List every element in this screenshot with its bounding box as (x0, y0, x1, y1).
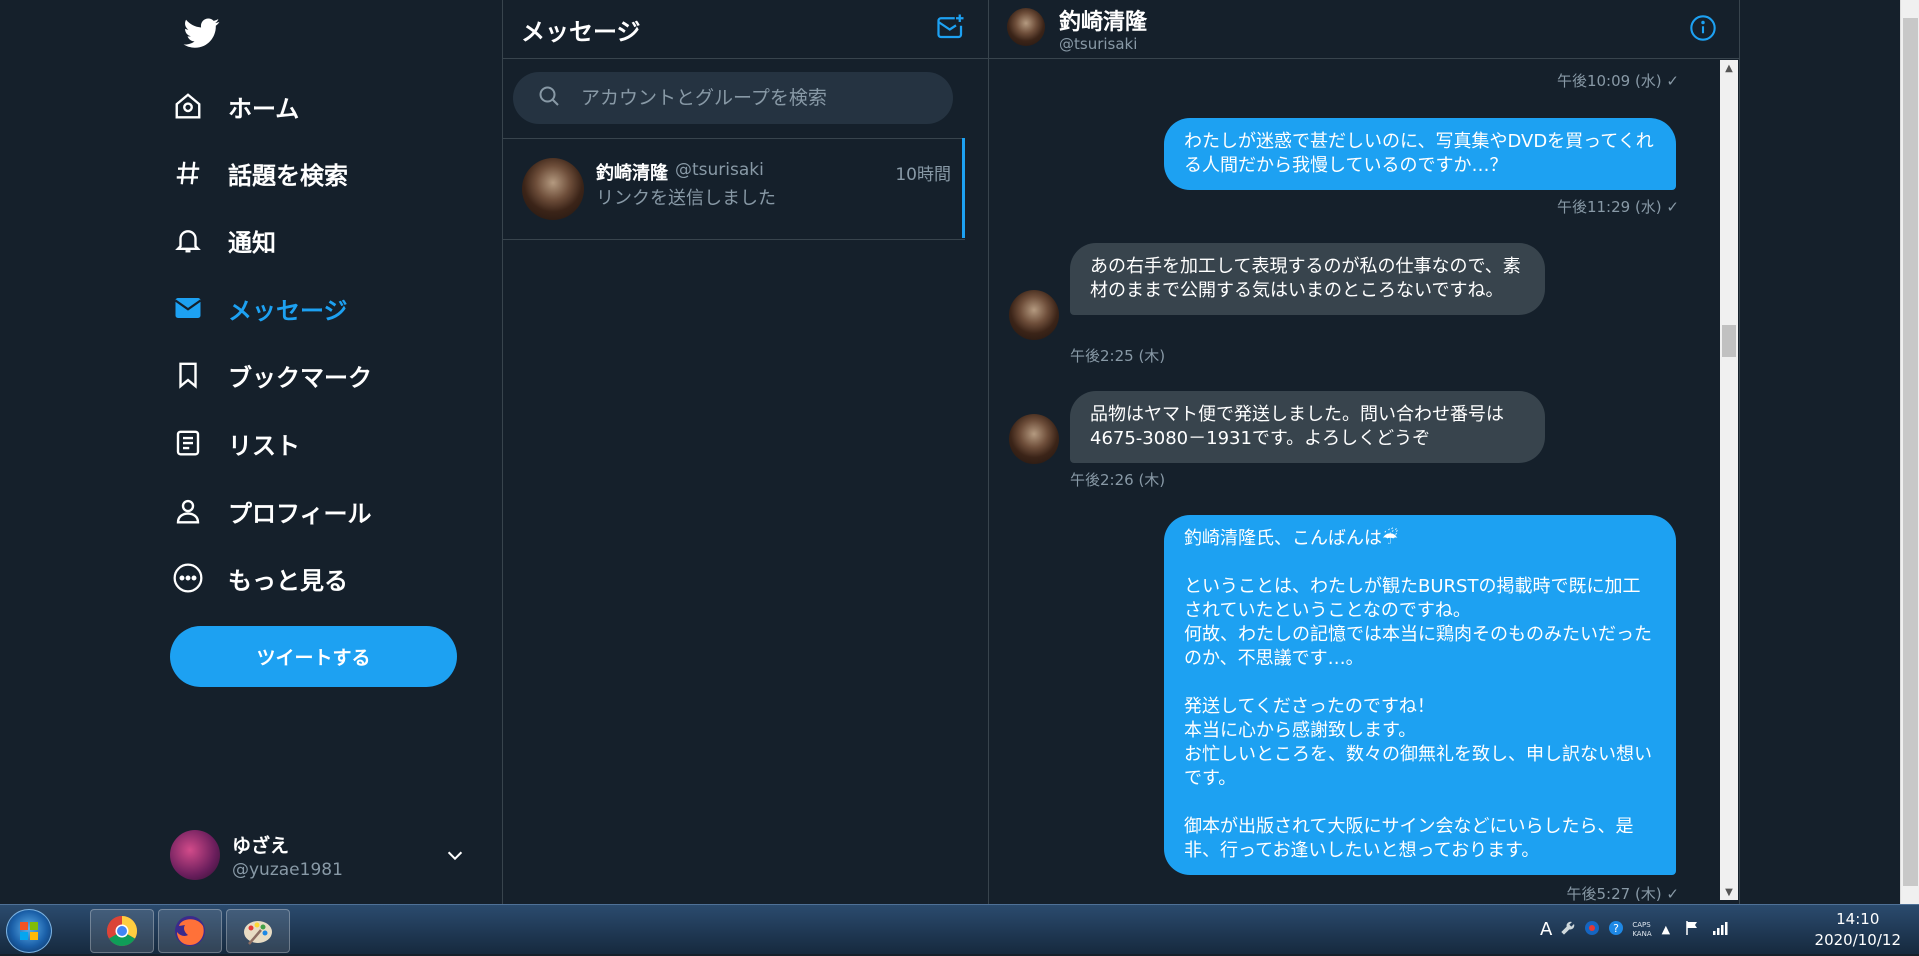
nav-profile-label: プロフィール (228, 499, 372, 528)
home-icon (170, 88, 206, 124)
user-avatar (170, 830, 220, 880)
message-bubble-outgoing[interactable]: 釣崎清隆氏、こんばんは☔ ということは、わたしが観たBURSTの掲載時で既に加工… (1164, 515, 1676, 875)
info-icon[interactable] (1689, 14, 1717, 46)
contact-avatar (522, 158, 584, 220)
kana-indicator: KANA (1632, 929, 1652, 938)
conversation-header-name: 釣崎清隆 (1059, 10, 1148, 35)
envelope-icon (170, 290, 206, 326)
conversation-header: 釣崎清隆 @tsurisaki (989, 0, 1739, 59)
flag-icon[interactable] (1684, 920, 1700, 940)
nav-notifications-label: 通知 (228, 228, 276, 257)
nav-lists-label: リスト (228, 431, 300, 460)
message-timestamp: 午後5:27 (木) ✓ (1566, 885, 1680, 903)
nav-more[interactable]: もっと見る (170, 550, 348, 606)
conversation-handle: @tsurisaki (675, 160, 764, 180)
nav-home[interactable]: ホーム (170, 78, 299, 134)
search-input[interactable] (579, 86, 943, 110)
nav-lists[interactable]: リスト (170, 415, 300, 471)
nav-profile[interactable]: プロフィール (170, 483, 372, 539)
conversation-scrollbar[interactable]: ▲ ▼ (1720, 60, 1738, 900)
page-scrollbar[interactable] (1900, 0, 1919, 904)
clock-time: 14:10 (1836, 910, 1880, 928)
scroll-up-arrow-icon[interactable]: ▲ (1720, 60, 1738, 76)
conversation-header-handle: @tsurisaki (1059, 35, 1138, 53)
conversation-list-item[interactable]: 釣崎清隆 @tsurisaki 10時間 リンクを送信しました (503, 138, 965, 240)
chevron-down-icon (444, 844, 466, 870)
account-handle: @yuzae1981 (232, 859, 343, 880)
network-signal-icon[interactable] (1712, 920, 1730, 940)
chrome-taskbar-button[interactable] (90, 909, 154, 953)
wrench-icon[interactable] (1560, 920, 1576, 940)
conversation-time: 10時間 (895, 165, 951, 185)
twitter-logo-icon[interactable] (182, 15, 222, 51)
new-message-icon[interactable] (936, 12, 968, 44)
list-icon (170, 425, 206, 461)
message-list-header: メッセージ (503, 0, 988, 59)
start-button[interactable] (6, 909, 52, 953)
caps-indicator: CAPS (1632, 920, 1651, 929)
firefox-icon (175, 916, 205, 946)
nav-notifications[interactable]: 通知 (170, 212, 276, 268)
paint-taskbar-button[interactable] (226, 909, 290, 953)
active-conversation-indicator (962, 138, 965, 238)
message-timestamp: 午後2:25 (木) (1070, 347, 1166, 365)
nav-messages-label: メッセージ (228, 296, 348, 325)
message-bubble-incoming[interactable]: 品物はヤマト便で発送しました。問い合わせ番号は4675-3080－1931です。… (1070, 391, 1545, 463)
nav-home-label: ホーム (228, 94, 300, 123)
windows-logo-icon (20, 922, 38, 940)
tweet-button[interactable]: ツイートする (170, 626, 457, 687)
nav-explore-label: 話題を検索 (228, 161, 348, 190)
message-bubble-incoming[interactable]: あの右手を加工して表現するのが私の仕事なので、素材のままで公開する気はいまのとこ… (1070, 243, 1545, 315)
header-avatar[interactable] (1007, 8, 1045, 46)
nav-messages[interactable]: メッセージ (170, 280, 348, 336)
windows-taskbar: A ? CAPS KANA ▲ 14:10 2020/10/12 (0, 904, 1919, 954)
conversation-preview: リンクを送信しました (596, 188, 776, 209)
firefox-taskbar-button[interactable] (158, 909, 222, 953)
ime-indicator[interactable]: A (1540, 919, 1552, 940)
tray-expand-icon[interactable]: ▲ (1662, 923, 1670, 936)
chrome-icon (106, 916, 138, 947)
message-thread: 午後10:09 (水) ✓ わたしが迷惑で甚だしいのに、写真集やDVDを買ってく… (989, 58, 1719, 904)
conversation-name: 釣崎清隆 (596, 163, 668, 184)
message-list-panel: メッセージ ▲ ▼ (503, 0, 1489, 904)
hashtag-icon (170, 155, 206, 191)
message-bubble-outgoing[interactable]: わたしが迷惑で甚だしいのに、写真集やDVDを買ってくれる人間だから我慢しているの… (1164, 118, 1676, 190)
sender-avatar[interactable] (1009, 414, 1059, 464)
nav-more-label: もっと見る (228, 566, 348, 595)
system-tray: A ? CAPS KANA ▲ (1540, 905, 1730, 954)
person-icon (170, 493, 206, 529)
scroll-down-arrow-icon[interactable]: ▼ (1720, 884, 1738, 900)
svg-text:?: ? (1613, 922, 1619, 935)
conversation-pane: 釣崎清隆 @tsurisaki 午後10:09 (水) ✓ わたしが迷惑で甚だし… (989, 0, 1740, 904)
scrollbar-thumb[interactable] (1722, 325, 1736, 357)
sender-avatar[interactable] (1009, 290, 1059, 340)
clock-date: 2020/10/12 (1814, 931, 1901, 949)
message-timestamp: 午後10:09 (水) ✓ (1556, 72, 1679, 90)
nav-explore[interactable]: 話題を検索 (170, 145, 348, 201)
message-timestamp: 午後11:29 (水) ✓ (1556, 198, 1679, 216)
search-icon (537, 84, 561, 112)
taskbar-clock[interactable]: 14:10 2020/10/12 (1815, 909, 1901, 951)
input-tool-icon[interactable] (1584, 920, 1600, 940)
bookmark-icon (170, 357, 206, 393)
page-title: メッセージ (521, 18, 641, 46)
bell-icon (170, 222, 206, 258)
paint-icon (244, 921, 272, 945)
account-name: ゆざえ (232, 834, 290, 857)
caps-kana-indicator: CAPS KANA (1632, 921, 1651, 939)
message-timestamp: 午後2:26 (木) (1070, 471, 1166, 489)
search-field[interactable] (513, 72, 953, 124)
nav-bookmarks[interactable]: ブックマーク (170, 347, 372, 403)
nav-bookmarks-label: ブックマーク (228, 363, 372, 392)
scrollbar-thumb[interactable] (1903, 18, 1918, 886)
more-icon (170, 560, 206, 596)
account-switcher[interactable]: ゆざえ @yuzae1981 (170, 824, 480, 886)
primary-navigation: ホーム 話題を検索 通知 メッセージ ブックマーク リスト プロフィール もっと… (0, 0, 503, 904)
help-icon[interactable]: ? (1608, 920, 1624, 940)
